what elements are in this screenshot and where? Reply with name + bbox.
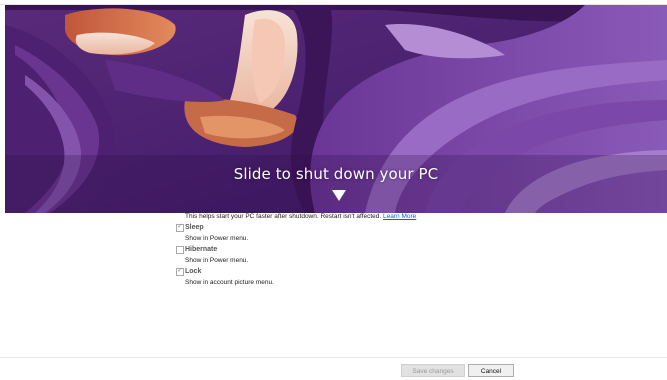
down-arrow-icon[interactable]	[332, 190, 346, 201]
lock-label: Lock	[185, 268, 202, 275]
sleep-checkbox[interactable]: ✓	[176, 223, 184, 232]
hibernate-checkbox[interactable]	[176, 246, 184, 254]
lock-option[interactable]: ✓ Lock	[170, 267, 650, 278]
sleep-label: Sleep	[185, 224, 204, 231]
hibernate-option[interactable]: Hibernate	[170, 245, 650, 256]
dialog-footer: Save changes Cancel	[0, 357, 667, 380]
fast-startup-hint-text: This helps start your PC faster after sh…	[185, 213, 382, 220]
hibernate-description: Show in Power menu.	[185, 257, 249, 264]
cancel-button[interactable]: Cancel	[468, 364, 514, 377]
slide-to-shutdown-overlay[interactable]: Slide to shut down your PC	[5, 5, 667, 213]
shutdown-settings-section: This helps start your PC faster after sh…	[170, 212, 650, 287]
shutdown-settings-page: Slide to shut down your PC This helps st…	[0, 0, 667, 380]
checkmark-icon: ✓	[177, 223, 183, 230]
sleep-option[interactable]: ✓ Sleep	[170, 223, 650, 234]
lock-checkbox[interactable]: ✓	[176, 267, 184, 276]
hibernate-label: Hibernate	[185, 246, 218, 253]
learn-more-link[interactable]: Learn More	[383, 213, 416, 220]
slide-to-shutdown-text: Slide to shut down your PC	[233, 165, 439, 183]
lock-description: Show in account picture menu.	[185, 279, 274, 286]
sleep-description: Show in Power menu.	[185, 235, 249, 242]
save-changes-button[interactable]: Save changes	[401, 364, 465, 377]
fast-startup-hint: This helps start your PC faster after sh…	[185, 212, 650, 221]
checkmark-icon: ✓	[177, 267, 183, 274]
